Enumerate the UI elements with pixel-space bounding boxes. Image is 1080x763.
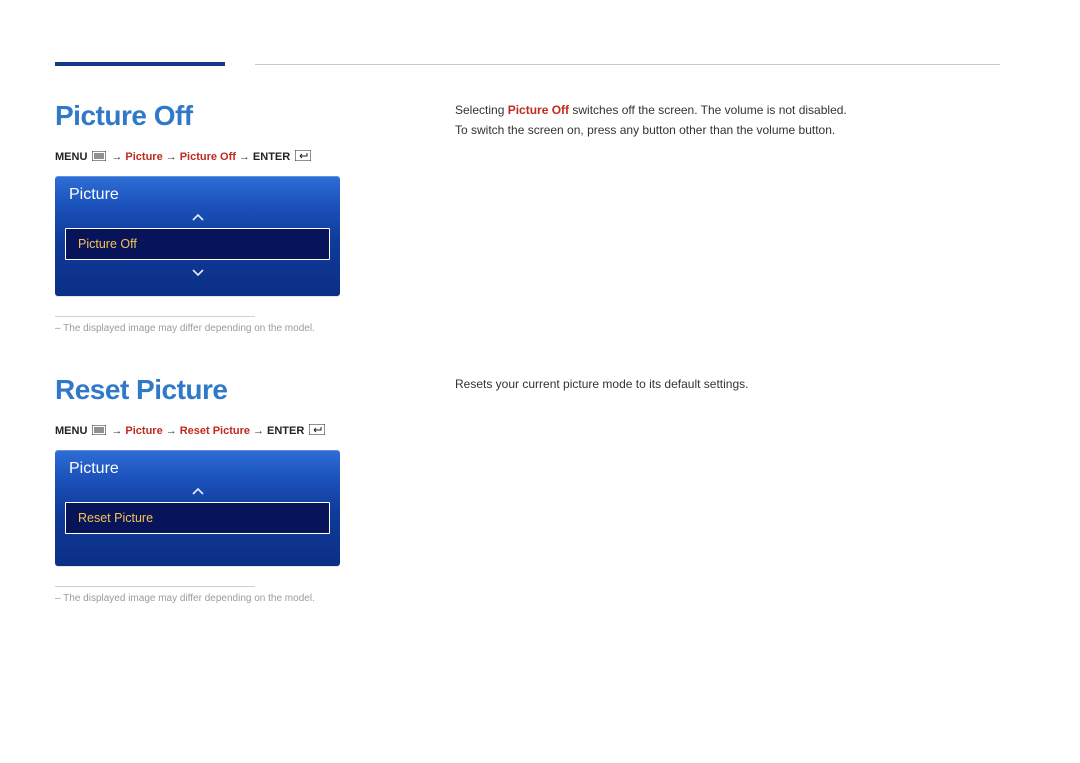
- section-picture-off-title: Picture Off: [55, 100, 455, 132]
- enter-icon: [309, 424, 325, 438]
- chevron-up-icon: [55, 484, 340, 502]
- nav-arrow: →: [166, 425, 177, 437]
- nav-arrow: →: [166, 151, 177, 163]
- desc-picture-off-p1: Selecting Picture Off switches off the s…: [455, 100, 1025, 120]
- menu-icon: [92, 425, 106, 438]
- nav-enter-label: ENTER: [253, 151, 290, 163]
- nav-path-reset-picture: MENU → Picture → Reset Picture → ENTER: [55, 424, 455, 438]
- section-reset-picture: Reset Picture MENU → Picture → Reset Pic…: [55, 374, 1025, 604]
- nav-enter-label: ENTER: [267, 425, 304, 437]
- nav-arrow: →: [253, 425, 264, 437]
- nav-seg-picture: Picture: [125, 151, 162, 163]
- osd-title: Picture: [55, 450, 340, 484]
- menu-icon: [92, 151, 106, 164]
- footnote-divider: [55, 316, 255, 317]
- chevron-up-icon: [55, 210, 340, 228]
- nav-seg-picture-off: Picture Off: [180, 151, 236, 163]
- section-picture-off: Picture Off MENU → Picture → Picture Off…: [55, 100, 1025, 334]
- nav-arrow: →: [111, 151, 122, 163]
- osd-card-reset-picture: Picture Reset Picture: [55, 450, 340, 566]
- footnote-reset-picture: The displayed image may differ depending…: [55, 593, 455, 604]
- section-reset-picture-title: Reset Picture: [55, 374, 455, 406]
- osd-title: Picture: [55, 176, 340, 210]
- desc-highlight: Picture Off: [508, 103, 569, 117]
- nav-menu-label: MENU: [55, 151, 87, 163]
- desc-reset-picture-p1: Resets your current picture mode to its …: [455, 374, 1025, 394]
- chevron-down-icon: [55, 260, 340, 282]
- desc-picture-off-p2: To switch the screen on, press any butto…: [455, 120, 1025, 140]
- osd-card-picture-off: Picture Picture Off: [55, 176, 340, 296]
- nav-seg-picture: Picture: [125, 425, 162, 437]
- desc-text: Selecting: [455, 103, 508, 117]
- enter-icon: [295, 150, 311, 164]
- nav-path-picture-off: MENU → Picture → Picture Off → ENTER: [55, 150, 455, 164]
- desc-text: switches off the screen. The volume is n…: [569, 103, 847, 117]
- nav-arrow: →: [111, 425, 122, 437]
- nav-arrow: →: [239, 151, 250, 163]
- header-accent-bar: [55, 62, 225, 66]
- footnote-picture-off: The displayed image may differ depending…: [55, 323, 455, 334]
- footnote-divider: [55, 586, 255, 587]
- nav-menu-label: MENU: [55, 425, 87, 437]
- osd-item-picture-off[interactable]: Picture Off: [65, 228, 330, 260]
- osd-item-reset-picture[interactable]: Reset Picture: [65, 502, 330, 534]
- header-divider: [255, 64, 1000, 65]
- nav-seg-reset-picture: Reset Picture: [180, 425, 250, 437]
